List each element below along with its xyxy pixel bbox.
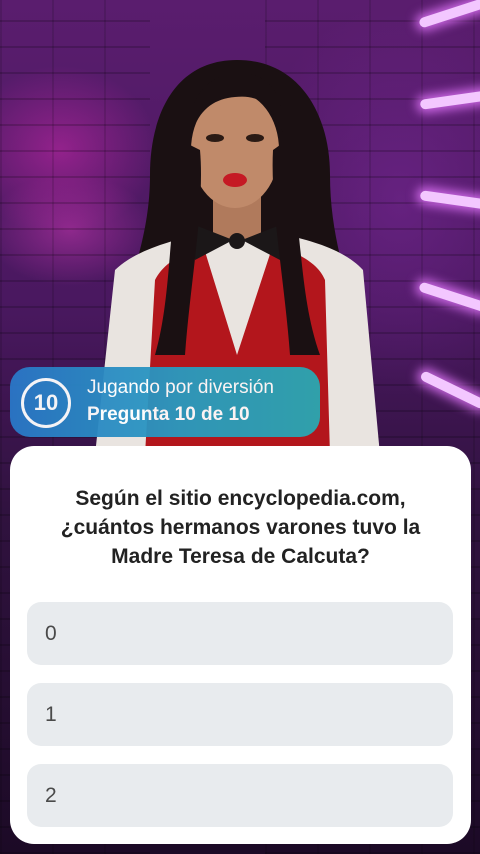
game-mode-label: Jugando por diversión: [87, 377, 274, 398]
question-text: Según el sitio encyclopedia.com, ¿cuánto…: [60, 487, 421, 568]
answer-option-2[interactable]: 2: [27, 764, 453, 827]
answer-option-0[interactable]: 0: [27, 602, 453, 665]
game-status-badge: 10 Jugando por diversión Pregunta 10 de …: [10, 367, 320, 437]
trivia-screen: 10 Jugando por diversión Pregunta 10 de …: [0, 0, 480, 854]
question-progress-label: Pregunta 10 de 10: [87, 404, 250, 425]
answer-option-label: 0: [45, 621, 57, 645]
question-number-circle: 10: [21, 378, 71, 428]
answer-option-label: 2: [45, 783, 57, 807]
question-card: Según el sitio encyclopedia.com, ¿cuánto…: [10, 446, 471, 844]
answer-option-1[interactable]: 1: [27, 683, 453, 746]
answer-option-label: 1: [45, 702, 57, 726]
